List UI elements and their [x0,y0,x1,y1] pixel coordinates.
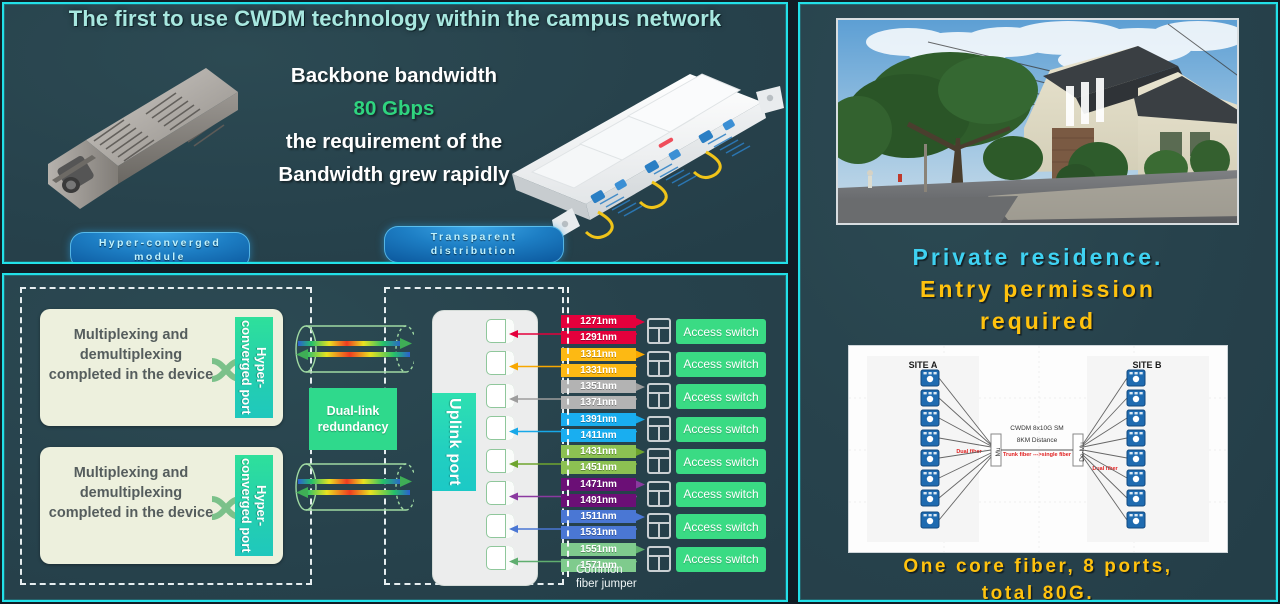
access-switch-6[interactable]: Access switch [676,481,766,507]
wavelength-chip-1491: 1491nm [561,493,636,507]
network-switch-icon-5 [647,448,671,474]
wavelength-chip-1311: 1311nm [561,347,636,361]
network-switch-icon-4 [647,415,671,442]
right-headline-line-3: required [979,308,1097,334]
hero-title: The first to use CWDM technology within … [68,6,722,31]
wavelength-pair-6: 1471nm 1491nm [561,477,643,511]
network-switch-icon-6 [647,480,671,507]
right-footer-line-1: One core fiber, 8 ports, [903,556,1173,577]
svg-text:CWDM 8x10G SM: CWDM 8x10G SM [1010,425,1063,432]
wavelength-chip-1471: 1471nm [561,477,636,491]
common-fiber-jumper-label: Common fiber jumper [576,563,637,591]
wavelength-chip-1551: 1551nm [561,542,636,556]
wavelength-chip-1351: 1351nm [561,380,636,393]
wavelength-pair-3: 1351nm 1371nm [561,380,643,413]
badge-transparent-distribution[interactable]: Transparent distribution [384,226,564,262]
network-switch-icon-8 [647,545,671,572]
jumper-label-line-2: fiber jumper [576,578,637,590]
right-footer: One core fiber, 8 ports, total 80G. [800,553,1276,602]
uplink-port-label: Uplink port [432,393,476,491]
wavelength-pair-2: 1311nm 1331nm [561,347,643,381]
wavelength-chip-1271: 1271nm [561,315,636,328]
access-switch-4[interactable]: Access switch [676,416,766,442]
wavelength-chip-1371: 1371nm [561,396,636,409]
access-switch-3[interactable]: Access switch [676,384,766,409]
cwdm-module-image [26,52,246,237]
mux-demux-card-2: Multiplexing and demultiplexing complete… [40,447,283,564]
svg-text:Mu: Mu [995,447,1002,456]
svg-text:Trunk fiber --->single fiber: Trunk fiber --->single fiber [1003,452,1072,458]
fiber-pipe-2 [292,457,417,517]
wavelength-pair-5: 1431nm 1451nm [561,445,643,478]
wavelength-chip-1511: 1511nm [561,510,636,523]
access-switch-5[interactable]: Access switch [676,449,766,474]
svg-text:8KM Distance: 8KM Distance [1017,437,1058,444]
site-a-label: SITE A [909,360,938,370]
mux-card-2-text: Multiplexing and demultiplexing complete… [48,465,214,521]
wavelength-chip-1411: 1411nm [561,428,636,442]
right-footer-line-2: total 80G. [981,583,1095,602]
slide-root: The first to use CWDM technology within … [0,0,1280,604]
fiber-pipe-1 [292,319,417,379]
cwdm-architecture-panel: Multiplexing and demultiplexing complete… [2,273,788,602]
wavelength-chip-column: 1271nm 1291nm 1311nm 1331nm 1351nm 1371n… [561,315,643,575]
badge-hyper-converged-module[interactable]: Hyper-converged module [70,232,250,262]
right-headline-line-2: Entry permission [920,276,1156,302]
wavelength-chip-1391: 1391nm [561,412,636,426]
access-switch-8[interactable]: Access switch [676,546,766,572]
wavelength-chip-1331: 1331nm [561,363,636,377]
wavelength-chip-1431: 1431nm [561,445,636,458]
site-link-diagram: SITE A SITE B Mu De-Mu CWDM 8x10G SM 8KM… [848,345,1228,553]
residence-photo [836,18,1239,225]
network-switch-icon-2 [647,350,671,377]
dual-link-redundancy-label: Dual-link redundancy [309,388,397,450]
access-switch-1[interactable]: Access switch [676,319,766,344]
wavelength-chip-1291: 1291nm [561,331,636,344]
wavelength-pair-4: 1391nm 1411nm [561,412,643,446]
jumper-label-line-1: Common [576,564,623,576]
network-switch-icon-7 [647,513,671,539]
wavelength-chip-1531: 1531nm [561,526,636,539]
site-survey-panel: Private residence. Entry permission requ… [798,2,1278,602]
access-switch-7[interactable]: Access switch [676,514,766,539]
hyper-converged-port-2: Hyper-converged port [235,455,273,556]
right-headline: Private residence. Entry permission requ… [800,241,1276,337]
mux-demux-card-1: Multiplexing and demultiplexing complete… [40,309,283,426]
network-switch-icon-3 [647,383,671,409]
common-fiber-jumper-divider [567,287,569,577]
site-diagram-svg: SITE A SITE B Mu De-Mu CWDM 8x10G SM 8KM… [849,346,1227,552]
right-headline-line-1: Private residence. [912,244,1164,270]
site-b-label: SITE B [1132,360,1162,370]
mux-card-1-text: Multiplexing and demultiplexing complete… [48,327,214,383]
access-switch-2[interactable]: Access switch [676,351,766,377]
hero-panel: The first to use CWDM technology within … [2,2,788,264]
wavelength-chip-1451: 1451nm [561,461,636,474]
wavelength-pair-7: 1511nm 1531nm [561,510,643,543]
hyper-converged-port-1: Hyper-converged port [235,317,273,418]
wavelength-pair-1: 1271nm 1291nm [561,315,643,348]
network-switch-icon-1 [647,318,671,344]
